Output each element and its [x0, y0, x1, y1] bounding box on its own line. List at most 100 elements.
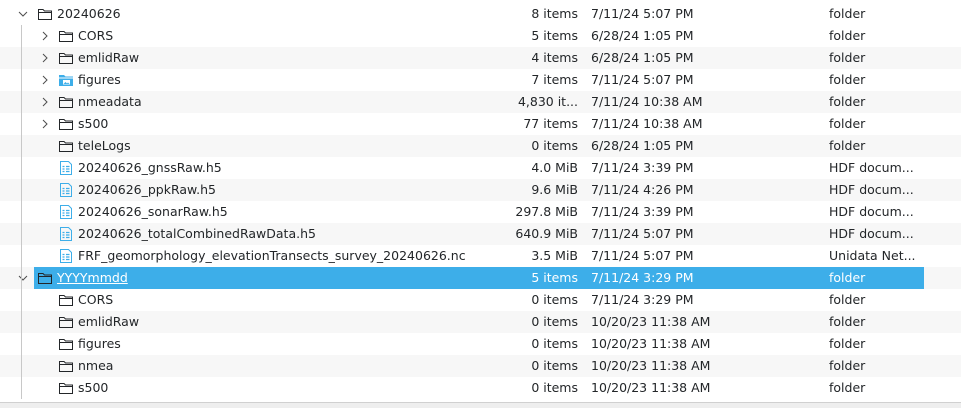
- chevron-right-icon[interactable]: [39, 47, 51, 69]
- modified-cell: 7/11/24 3:39 PM: [591, 204, 694, 219]
- tree-row[interactable]: 20240626 8 items 7/11/24 5:07 PM folder: [0, 3, 961, 25]
- modified-cell: 7/11/24 3:29 PM: [591, 292, 694, 307]
- tree-row[interactable]: FRF_geomorphology_elevationTransects_sur…: [0, 245, 961, 267]
- name-cell: figures: [58, 69, 495, 91]
- tree-row[interactable]: emlidRaw 0 items 10/20/23 11:38 AM folder: [0, 311, 961, 333]
- modified-cell: 7/11/24 5:07 PM: [591, 72, 694, 87]
- tree-row[interactable]: emlidRaw 4 items 6/28/24 1:05 PM folder: [0, 47, 961, 69]
- modified-cell: 7/11/24 10:38 AM: [591, 116, 703, 131]
- size-cell: 4 items: [531, 50, 578, 65]
- type-cell: folder: [829, 138, 866, 153]
- size-cell: 0 items: [531, 314, 578, 329]
- size-cell: 297.8 MiB: [515, 204, 578, 219]
- tree-row[interactable]: CORS 5 items 6/28/24 1:05 PM folder: [0, 25, 961, 47]
- file-name: emlidRaw: [78, 50, 140, 65]
- type-cell: HDF docum...: [829, 160, 914, 175]
- chevron-right-icon[interactable]: [39, 91, 51, 113]
- modified-cell: 7/11/24 5:07 PM: [591, 248, 694, 263]
- folder-icon: [37, 6, 53, 22]
- chevron-down-icon[interactable]: [17, 267, 29, 289]
- size-cell: 0 items: [531, 138, 578, 153]
- tree-row-selected[interactable]: YYYYmmdd 5 items 7/11/24 3:29 PM folder: [0, 267, 961, 289]
- modified-cell: 7/11/24 4:26 PM: [591, 182, 694, 197]
- type-cell: folder: [829, 50, 866, 65]
- tree-row[interactable]: nmea 0 items 10/20/23 11:38 AM folder: [0, 355, 961, 377]
- folder-icon: [58, 336, 74, 352]
- type-cell: Unidata Net...: [829, 248, 916, 263]
- file-name: CORS: [78, 292, 114, 307]
- tree-row[interactable]: 20240626_gnssRaw.h5 4.0 MiB 7/11/24 3:39 P…: [0, 157, 961, 179]
- name-cell: nmea: [58, 355, 495, 377]
- tree-row[interactable]: figures 7 items 7/11/24 5:07 PM folder: [0, 69, 961, 91]
- file-name: emlidRaw: [78, 314, 140, 329]
- modified-cell: 10/20/23 11:38 AM: [591, 336, 711, 351]
- tree-row[interactable]: 20240626_totalCombinedRawData.h5 640.9 Mi…: [0, 223, 961, 245]
- name-cell: 20240626_gnssRaw.h5: [58, 157, 495, 179]
- type-cell: folder: [829, 336, 866, 351]
- size-cell: 8 items: [531, 6, 578, 21]
- file-name: s500: [78, 380, 109, 395]
- tree-row[interactable]: s500 0 items 10/20/23 11:38 AM folder: [0, 377, 961, 399]
- tree-guide-line: [21, 289, 22, 399]
- folder-icon: [58, 138, 74, 154]
- file-name: 20240626_sonarRaw.h5: [78, 204, 228, 219]
- data-file-icon: [58, 182, 74, 198]
- chevron-right-icon[interactable]: [39, 25, 51, 47]
- data-file-icon: [58, 248, 74, 264]
- type-cell: HDF docum...: [829, 204, 914, 219]
- name-cell: teleLogs: [58, 135, 495, 157]
- type-cell: folder: [829, 270, 866, 285]
- tree-row[interactable]: 20240626_ppkRaw.h5 9.6 MiB 7/11/24 4:26 PM…: [0, 179, 961, 201]
- file-tree-view[interactable]: 20240626 8 items 7/11/24 5:07 PM folder CORS…: [0, 3, 961, 399]
- folder-icon: [58, 116, 74, 132]
- modified-cell: 10/20/23 11:38 AM: [591, 358, 711, 373]
- file-name: CORS: [78, 28, 114, 43]
- size-cell: 5 items: [531, 270, 578, 285]
- name-cell: figures: [58, 333, 495, 355]
- tree-row[interactable]: 20240626_sonarRaw.h5 297.8 MiB 7/11/24 3:3…: [0, 201, 961, 223]
- tree-row[interactable]: teleLogs 0 items 6/28/24 1:05 PM folder: [0, 135, 961, 157]
- type-cell: folder: [829, 28, 866, 43]
- modified-cell: 7/11/24 10:38 AM: [591, 94, 703, 109]
- name-cell: FRF_geomorphology_elevationTransects_sur…: [58, 245, 495, 267]
- file-name: figures: [78, 336, 121, 351]
- folder-icon: [58, 314, 74, 330]
- file-name: FRF_geomorphology_elevationTransects_sur…: [78, 248, 466, 263]
- size-cell: 0 items: [531, 380, 578, 395]
- file-name: YYYYmmdd: [57, 270, 128, 285]
- size-cell: 3.5 MiB: [531, 248, 578, 263]
- chevron-down-icon[interactable]: [17, 3, 29, 25]
- name-cell: nmeadata: [58, 91, 495, 113]
- folder-icon: [58, 358, 74, 374]
- name-cell: emlidRaw: [58, 47, 495, 69]
- name-cell: CORS: [58, 25, 495, 47]
- data-file-icon: [58, 204, 74, 220]
- name-cell: emlidRaw: [58, 311, 495, 333]
- size-cell: 640.9 MiB: [515, 226, 578, 241]
- name-cell: 20240626_totalCombinedRawData.h5: [58, 223, 495, 245]
- file-name: nmeadata: [78, 94, 142, 109]
- size-cell: 9.6 MiB: [531, 182, 578, 197]
- size-cell: 5 items: [531, 28, 578, 43]
- modified-cell: 7/11/24 3:29 PM: [591, 270, 694, 285]
- tree-row[interactable]: s500 77 items 7/11/24 10:38 AM folder: [0, 113, 961, 135]
- chevron-right-icon[interactable]: [39, 69, 51, 91]
- modified-cell: 6/28/24 1:05 PM: [591, 28, 694, 43]
- tree-row[interactable]: CORS 0 items 7/11/24 3:29 PM folder: [0, 289, 961, 311]
- name-cell: 20240626_sonarRaw.h5: [58, 201, 495, 223]
- modified-cell: 6/28/24 1:05 PM: [591, 138, 694, 153]
- name-cell: 20240626_ppkRaw.h5: [58, 179, 495, 201]
- size-cell: 4,830 it...: [517, 94, 578, 109]
- name-cell: s500: [58, 113, 495, 135]
- file-name: 20240626_ppkRaw.h5: [78, 182, 216, 197]
- horizontal-scrollbar[interactable]: [0, 402, 961, 408]
- type-cell: HDF docum...: [829, 226, 914, 241]
- chevron-right-icon[interactable]: [39, 113, 51, 135]
- type-cell: HDF docum...: [829, 182, 914, 197]
- file-name: s500: [78, 116, 109, 131]
- tree-row[interactable]: nmeadata 4,830 it... 7/11/24 10:38 AM folde…: [0, 91, 961, 113]
- folder-icon: [58, 94, 74, 110]
- name-cell: s500: [58, 377, 495, 399]
- tree-row[interactable]: figures 0 items 10/20/23 11:38 AM folder: [0, 333, 961, 355]
- size-cell: 77 items: [523, 116, 578, 131]
